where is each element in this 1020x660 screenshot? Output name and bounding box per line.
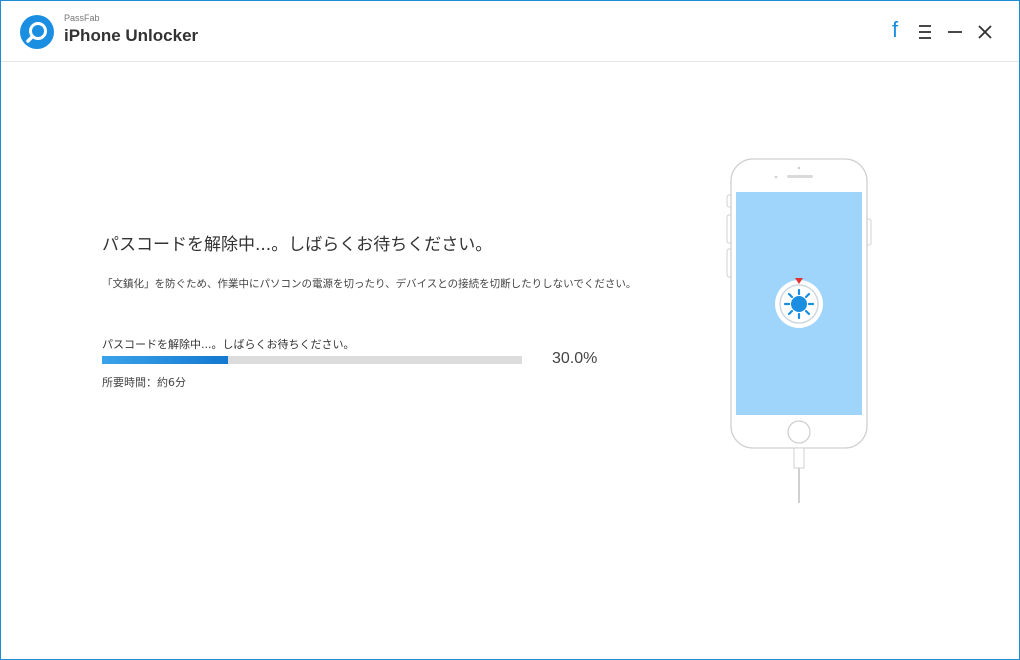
title-bar[interactable]: PassFab iPhone Unlocker f — [1, 1, 1019, 62]
minimize-icon[interactable] — [945, 21, 965, 43]
passfab-logo-icon — [20, 15, 54, 49]
progress-label: パスコードを解除中...。しばらくお待ちください。 — [102, 338, 355, 351]
status-heading: パスコードを解除中...。しばらくお待ちください。 — [102, 235, 493, 255]
app-title: iPhone Unlocker — [64, 26, 199, 45]
progress-bar-fill — [102, 356, 228, 364]
app-window: PassFab iPhone Unlocker f パスコードを解除中...。し… — [0, 0, 1020, 660]
brand-name: PassFab — [64, 13, 100, 23]
menu-icon[interactable] — [915, 21, 935, 43]
estimated-time: 所要時間：約6分 — [102, 376, 186, 389]
close-icon[interactable] — [975, 21, 995, 43]
warning-text: 「文鎮化」を防ぐため、作業中にパソコンの電源を切ったり、デバイスとの接続を切断し… — [102, 278, 637, 290]
iphone-illustration — [725, 157, 873, 507]
facebook-icon[interactable]: f — [885, 19, 905, 41]
progress-percent: 30.0% — [552, 350, 598, 367]
progress-bar — [102, 356, 522, 364]
